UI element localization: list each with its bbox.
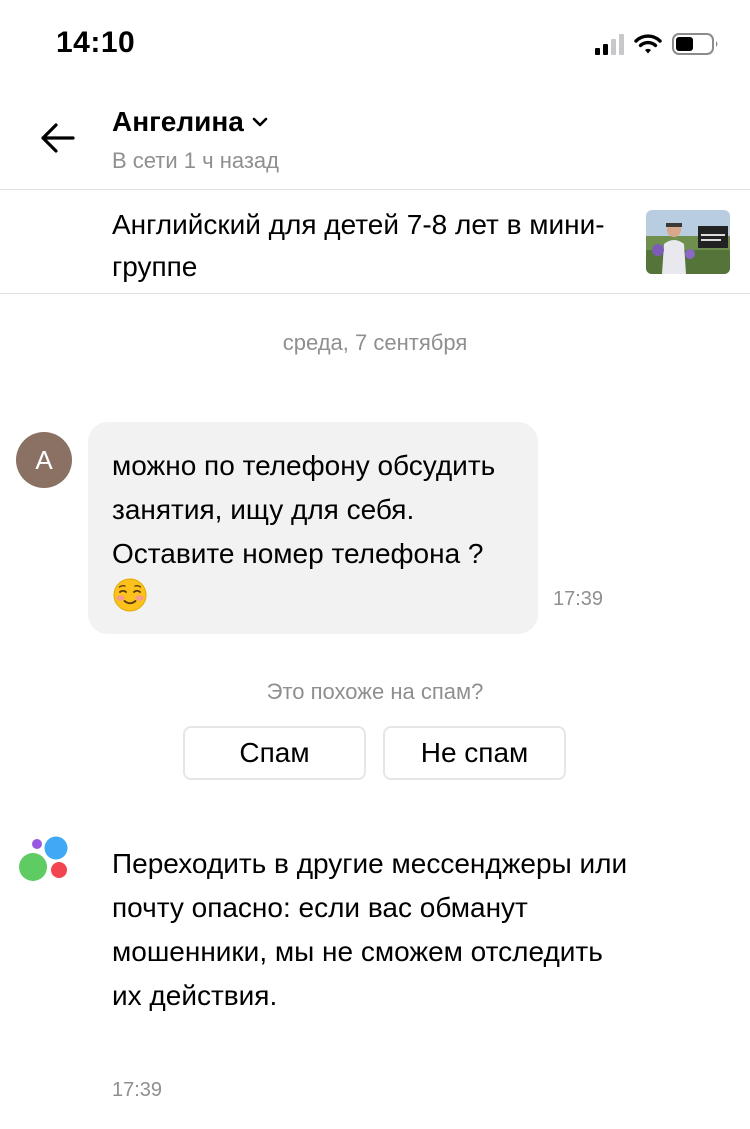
system-message-time: 17:39 [112, 1079, 163, 1101]
status-time: 14:10 [56, 26, 136, 59]
not-spam-button[interactable]: Не спам [383, 726, 566, 780]
sender-avatar[interactable]: A [16, 432, 72, 488]
wifi-icon [634, 34, 662, 54]
spam-question: Это похоже на спам? [266, 679, 484, 704]
back-button[interactable] [32, 116, 82, 160]
contact-name-dropdown[interactable]: Ангелина [112, 106, 268, 138]
battery-icon [672, 33, 718, 55]
date-separator: среда, 7 сентября [282, 330, 468, 355]
contact-name: Ангелина [112, 106, 244, 137]
avito-logo-icon [19, 836, 68, 881]
message-text: можно по телефону обсудить занятия, ищу … [112, 450, 496, 569]
listing-card[interactable]: Английский для детей 7-8 лет в мини-груп… [0, 190, 750, 294]
message-time: 17:39 [553, 588, 604, 610]
listing-thumbnail [646, 210, 730, 274]
message-text-wrap: можно по телефону обсудить занятия, ищу … [112, 444, 514, 620]
spam-button[interactable]: Спам [183, 726, 366, 780]
status-icons [595, 32, 720, 56]
cellular-signal-icon [595, 33, 624, 55]
smiling-face-emoji-icon [113, 578, 147, 612]
avatar-letter: A [35, 444, 53, 475]
listing-title: Английский для детей 7-8 лет в мини-груп… [112, 209, 605, 282]
contact-presence: В сети 1 ч назад [112, 148, 279, 173]
message-bubble[interactable]: можно по телефону обсудить занятия, ищу … [88, 422, 538, 634]
status-bar: 14:10 [0, 0, 750, 90]
chevron-down-icon [252, 117, 268, 127]
arrow-left-icon [41, 123, 75, 153]
system-warning-text: Переходить в другие мессенджеры или почт… [112, 848, 628, 1011]
chat-header: Ангелина В сети 1 ч назад [0, 90, 750, 190]
